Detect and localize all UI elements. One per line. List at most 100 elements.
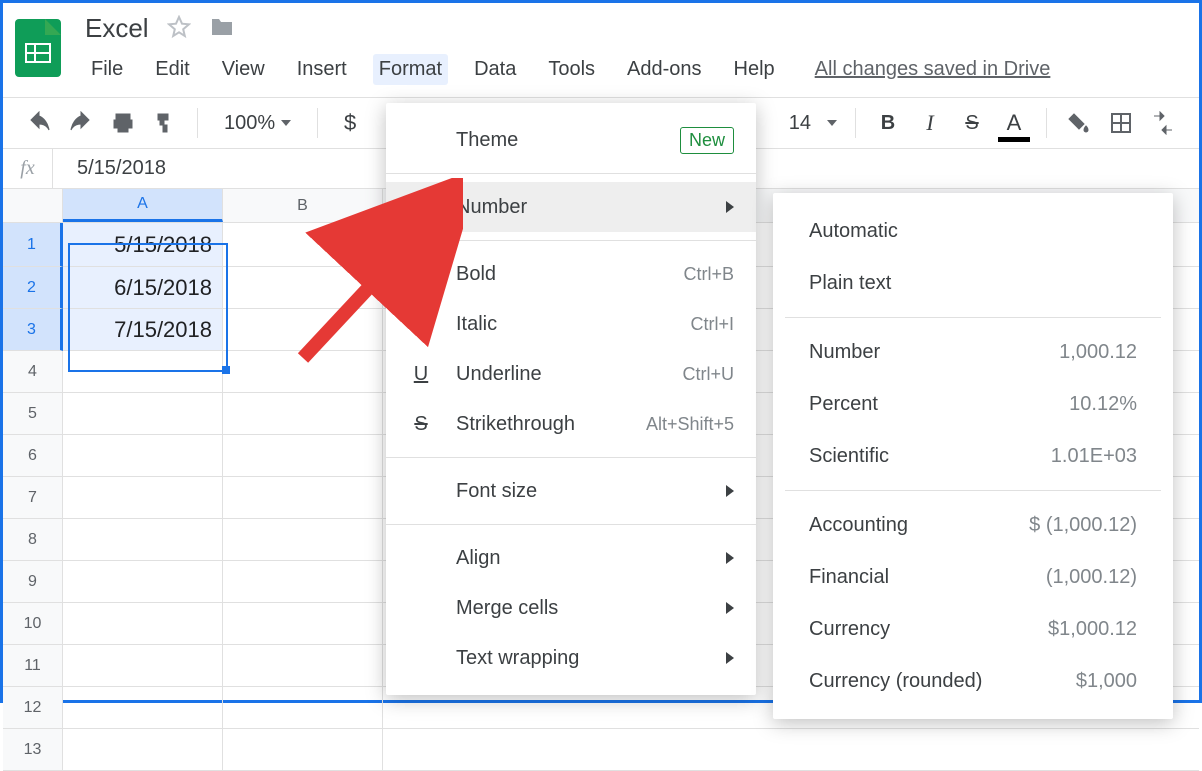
number-format-submenu: Automatic Plain text Number1,000.12 Perc…: [773, 193, 1173, 719]
menu-align[interactable]: Align: [386, 533, 756, 583]
number-option-currency[interactable]: Currency$1,000.12: [785, 603, 1161, 655]
number-option-percent[interactable]: Percent10.12%: [785, 378, 1161, 430]
font-size-value: 14: [789, 112, 811, 135]
row-header-11[interactable]: 11: [3, 645, 63, 687]
number-option-accounting[interactable]: Accounting$ (1,000.12): [785, 499, 1161, 551]
currency-button[interactable]: $: [336, 109, 364, 137]
shortcut: Ctrl+I: [690, 314, 734, 335]
print-icon[interactable]: [109, 109, 137, 137]
menu-file[interactable]: File: [85, 54, 129, 85]
strikethrough-icon: S: [408, 413, 434, 436]
cell-B1[interactable]: [223, 223, 383, 267]
cell-A1[interactable]: 5/15/2018: [63, 223, 223, 267]
number-option-scientific[interactable]: Scientific1.01E+03: [785, 430, 1161, 482]
submenu-arrow-icon: [726, 602, 734, 614]
menu-divider: [386, 173, 756, 174]
column-header-B[interactable]: B: [223, 189, 383, 222]
document-title[interactable]: Excel: [85, 13, 149, 44]
menu-bold[interactable]: BBold Ctrl+B: [386, 249, 756, 299]
row-header-9[interactable]: 9: [3, 561, 63, 603]
row-header-6[interactable]: 6: [3, 435, 63, 477]
row-header-4[interactable]: 4: [3, 351, 63, 393]
undo-icon[interactable]: [25, 109, 53, 137]
menu-underline[interactable]: UUnderline Ctrl+U: [386, 349, 756, 399]
menu-edit[interactable]: Edit: [149, 54, 195, 85]
italic-icon: I: [408, 313, 434, 336]
row-header-12[interactable]: 12: [3, 687, 63, 729]
shortcut: Alt+Shift+5: [646, 414, 734, 435]
submenu-arrow-icon: [726, 552, 734, 564]
number-option-plain-text[interactable]: Plain text: [785, 257, 1161, 309]
number-option-number[interactable]: Number1,000.12: [785, 326, 1161, 378]
row-header-5[interactable]: 5: [3, 393, 63, 435]
strikethrough-button[interactable]: S: [958, 109, 986, 137]
number-option-financial[interactable]: Financial(1,000.12): [785, 551, 1161, 603]
folder-icon[interactable]: [209, 17, 235, 40]
menu-insert[interactable]: Insert: [291, 54, 353, 85]
menu-tools[interactable]: Tools: [542, 54, 601, 85]
zoom-select[interactable]: 100%: [224, 112, 291, 135]
row-header-7[interactable]: 7: [3, 477, 63, 519]
row-header-8[interactable]: 8: [3, 519, 63, 561]
redo-icon[interactable]: [67, 109, 95, 137]
font-size-select[interactable]: 14: [789, 112, 837, 135]
submenu-arrow-icon: [726, 652, 734, 664]
menu-view[interactable]: View: [216, 54, 271, 85]
menu-addons[interactable]: Add-ons: [621, 54, 708, 85]
caret-down-icon: [827, 120, 837, 126]
column-header-A[interactable]: A: [63, 189, 223, 222]
menu-font-size[interactable]: Font size: [386, 466, 756, 516]
number-option-automatic[interactable]: Automatic: [785, 205, 1161, 257]
menu-strikethrough[interactable]: SStrikethrough Alt+Shift+5: [386, 399, 756, 449]
merge-cells-button[interactable]: [1149, 109, 1177, 137]
titlebar: Excel File Edit View Insert Format Data …: [3, 3, 1199, 85]
menu-data[interactable]: Data: [468, 54, 522, 85]
menu-theme-label: Theme: [456, 129, 518, 152]
row-header-3[interactable]: 3: [3, 309, 63, 351]
bold-icon: B: [408, 263, 434, 286]
cell-A3[interactable]: 7/15/2018: [63, 309, 223, 351]
bold-button[interactable]: B: [874, 109, 902, 137]
save-status[interactable]: All changes saved in Drive: [815, 58, 1051, 81]
number-option-currency-rounded[interactable]: Currency (rounded)$1,000: [785, 655, 1161, 707]
fill-color-button[interactable]: [1065, 109, 1093, 137]
cell-B2[interactable]: [223, 267, 383, 309]
text-color-button[interactable]: A: [1000, 109, 1028, 137]
formula-bar-input[interactable]: 5/15/2018: [53, 157, 166, 180]
menu-divider: [386, 457, 756, 458]
menu-format[interactable]: Format: [373, 54, 448, 85]
menu-text-wrapping[interactable]: Text wrapping: [386, 633, 756, 683]
menu-divider: [386, 240, 756, 241]
zoom-value: 100%: [224, 112, 275, 135]
row-header-13[interactable]: 13: [3, 729, 63, 771]
star-icon[interactable]: [167, 15, 191, 42]
menu-number[interactable]: Number: [386, 182, 756, 232]
sheets-logo-icon: [15, 19, 61, 77]
cell-B3[interactable]: [223, 309, 383, 351]
shortcut: Ctrl+B: [683, 264, 734, 285]
menu-number-label: Number: [456, 196, 527, 219]
menu-help[interactable]: Help: [728, 54, 781, 85]
menu-divider: [785, 490, 1161, 491]
menu-theme[interactable]: Theme New: [386, 115, 756, 165]
new-badge: New: [680, 127, 734, 154]
select-all-corner[interactable]: [3, 189, 63, 222]
menubar: File Edit View Insert Format Data Tools …: [85, 50, 1050, 85]
borders-button[interactable]: [1107, 109, 1135, 137]
menu-divider: [386, 524, 756, 525]
format-menu: Theme New Number BBold Ctrl+B IItalic Ct…: [386, 103, 756, 695]
menu-merge-cells[interactable]: Merge cells: [386, 583, 756, 633]
row-header-2[interactable]: 2: [3, 267, 63, 309]
menu-italic[interactable]: IItalic Ctrl+I: [386, 299, 756, 349]
cell-A2[interactable]: 6/15/2018: [63, 267, 223, 309]
row-header-1[interactable]: 1: [3, 223, 63, 267]
row-header-10[interactable]: 10: [3, 603, 63, 645]
shortcut: Ctrl+U: [682, 364, 734, 385]
submenu-arrow-icon: [726, 201, 734, 213]
caret-down-icon: [281, 120, 291, 126]
paint-format-icon[interactable]: [151, 109, 179, 137]
italic-button[interactable]: I: [916, 109, 944, 137]
submenu-arrow-icon: [726, 485, 734, 497]
menu-divider: [785, 317, 1161, 318]
fx-icon: fx: [3, 149, 53, 188]
